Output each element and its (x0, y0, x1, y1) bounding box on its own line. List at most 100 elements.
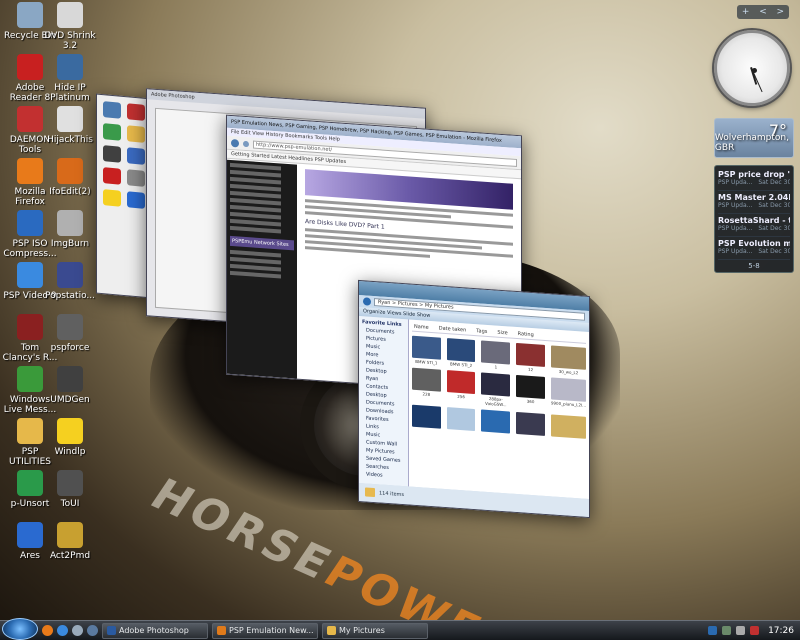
psp-video-icon (17, 262, 43, 288)
desktop-icon[interactable]: ToUI (42, 470, 98, 509)
ie-icon[interactable] (57, 625, 68, 636)
desktop-icon[interactable]: Hide IP Platinum (42, 54, 98, 103)
feed-headlines-gadget[interactable]: PSP price drop "US o...PSP Upda...Sat De… (714, 165, 794, 273)
network-icon[interactable] (722, 626, 732, 635)
image-thumbnail[interactable] (412, 404, 441, 430)
thumbnail-caption: BMW STI_2 (450, 361, 473, 368)
image-thumbnail[interactable] (481, 409, 511, 435)
nav-item[interactable]: Videos (366, 471, 405, 480)
image-thumbnail[interactable] (516, 411, 545, 437)
desktop-icon[interactable]: HijackThis (42, 106, 98, 145)
desktop-icon[interactable]: IfoEdit(2) (42, 158, 98, 197)
desktop-icon[interactable]: Popstatio... (42, 262, 98, 301)
volume-icon[interactable] (736, 626, 746, 635)
menu-view[interactable]: View (252, 130, 264, 137)
thumbnail-image (516, 342, 545, 367)
security-icon[interactable] (750, 626, 760, 635)
dvd-shrink-icon (57, 2, 83, 28)
pdf-icon (17, 54, 43, 80)
thumbnail-image (481, 340, 511, 365)
desktop-icon[interactable]: Act2Pmd (42, 522, 98, 561)
clock-center (752, 68, 757, 73)
image-thumbnail[interactable] (550, 414, 586, 439)
menu-history[interactable]: History (266, 131, 284, 138)
image-thumbnail[interactable] (446, 407, 476, 432)
weather-city: Wolverhampton, GBR (714, 133, 789, 153)
add-gadget-button[interactable]: + (742, 7, 750, 17)
image-thumbnail[interactable]: 360 (516, 374, 545, 410)
desktop-icon-label: IfoEdit(2) (49, 187, 91, 197)
desktop-icon-label: Hide IP Platinum (50, 83, 90, 103)
feed-source-name: PSP Upda... (718, 225, 753, 232)
image-thumbnail[interactable]: 30_wo_L2 (550, 345, 586, 375)
image-thumbnail[interactable]: 228 (412, 367, 441, 403)
desktop-icon[interactable]: Windlp (42, 418, 98, 457)
menu-help[interactable]: Help (329, 136, 340, 143)
image-thumbnail[interactable]: 1 (481, 340, 511, 371)
feed-source: PSP Upda... Sat Dec 30 (718, 179, 790, 186)
window-thumbnail-desktop[interactable] (96, 93, 152, 299)
thumbnail-image (446, 338, 476, 363)
app-icon (107, 626, 116, 635)
imgburn-icon (57, 210, 83, 236)
feed-title: MS Master 2.04b (718, 193, 790, 202)
column-tags[interactable]: Tags (476, 328, 487, 335)
feed-source: PSP Upda... Sat Dec 30 (718, 225, 790, 232)
taskbar-button[interactable]: PSP Emulation New... (212, 622, 318, 639)
column-name[interactable]: Name (414, 324, 429, 331)
feed-item[interactable]: PSP Evolution mod b...PSP Upda... Sat Dec… (718, 237, 790, 260)
show-desktop-icon[interactable] (72, 625, 83, 636)
image-thumbnail[interactable]: BMW STI_1 (412, 335, 441, 366)
desktop-icon[interactable]: pspforce (42, 314, 98, 353)
thumbnail-image (412, 335, 441, 360)
thumbnail-grid: BMW STI_1 BMW STI_2 1 12 30_wo_L2 228 256 288px… (412, 335, 586, 440)
hide-ip-icon (57, 54, 83, 80)
firefox-icon[interactable] (42, 625, 53, 636)
feed-item[interactable]: MS Master 2.04b PSP Upda... Sat Dec 30 (718, 191, 790, 214)
feed-pager[interactable]: 5-8 (715, 262, 793, 270)
desktop-icon-label: Windlp (54, 447, 86, 457)
menu-tools[interactable]: Tools (315, 135, 327, 142)
game-icon (17, 314, 43, 340)
taskbar-button[interactable]: Adobe Photoshop (102, 622, 208, 639)
feed-title: RosettaShard - the b... (718, 216, 790, 225)
taskbar-button[interactable]: My Pictures (322, 622, 428, 639)
start-button[interactable] (2, 617, 38, 640)
next-button[interactable]: > (777, 7, 785, 17)
umdgen-icon (57, 366, 83, 392)
image-thumbnail[interactable]: 9900_piano_L2I... (550, 377, 586, 412)
image-thumbnail[interactable]: 12 (516, 342, 545, 373)
back-icon[interactable] (363, 297, 371, 306)
back-icon[interactable] (231, 138, 239, 148)
previous-button[interactable]: < (759, 7, 767, 17)
feed-title: PSP price drop "US o... (718, 170, 790, 179)
column-date-taken[interactable]: Date taken (439, 326, 467, 334)
forward-icon[interactable] (243, 140, 249, 147)
language-icon[interactable] (708, 626, 718, 635)
menu-file[interactable]: File (231, 129, 239, 136)
daemon-tools-icon (17, 106, 43, 132)
menu-edit[interactable]: Edit (241, 130, 251, 137)
clock-gadget[interactable] (714, 30, 790, 106)
image-thumbnail[interactable]: 256 (446, 370, 476, 405)
column-size[interactable]: Size (497, 330, 507, 337)
feed-item[interactable]: RosettaShard - the b...PSP Upda... Sat De… (718, 214, 790, 237)
desktop-icon[interactable]: UMDGen (42, 366, 98, 405)
folder-icon (365, 487, 375, 498)
weather-gadget[interactable]: 7° Wolverhampton, GBR (714, 118, 794, 158)
image-thumbnail[interactable]: BMW STI_2 (446, 338, 476, 368)
column-rating[interactable]: Rating (518, 331, 534, 338)
thumbnail-image (516, 411, 545, 436)
folder-icon (17, 418, 43, 444)
desktop-icon[interactable]: ImgBurn (42, 210, 98, 249)
desktop-icon[interactable]: DVD Shrink 3.2 (42, 2, 98, 51)
system-tray: 17:26 (708, 626, 800, 636)
act2pmd-icon (57, 522, 83, 548)
image-thumbnail[interactable]: 288px-VaioGSW... (481, 372, 511, 408)
messenger-icon (17, 366, 43, 392)
switch-windows-icon[interactable] (87, 625, 98, 636)
clock-time[interactable]: 17:26 (768, 626, 794, 636)
feed-item[interactable]: PSP price drop "US o...PSP Upda... Sat De… (718, 168, 790, 191)
window-explorer[interactable]: Ryan > Pictures > My Pictures Organize V… (358, 279, 590, 519)
network-sites-heading: PSPEmu Network Sites (230, 235, 294, 251)
